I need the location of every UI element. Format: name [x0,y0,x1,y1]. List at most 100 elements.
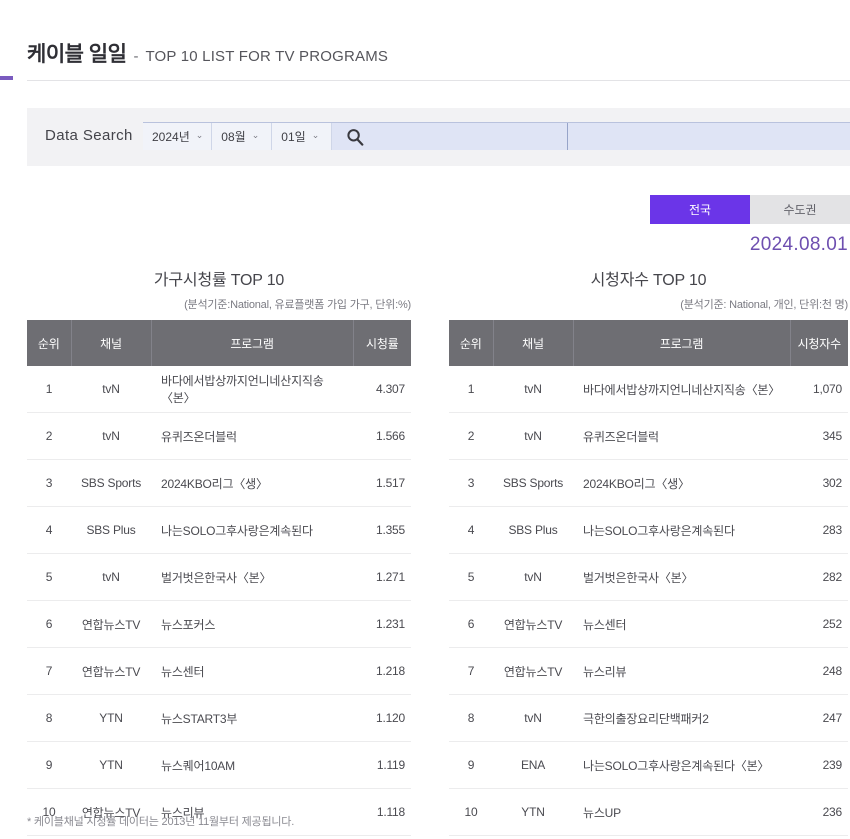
cell-rank: 3 [449,459,493,507]
cell-channel: SBS Sports [71,459,151,507]
viewers-table: 순위 채널 프로그램 시청자수 1 tvN 바다에서밥상까지언니네산지직송〈본〉… [449,320,848,836]
table-row[interactable]: 2 tvN 유퀴즈온더블럭 345 [449,412,848,460]
year-dropdown[interactable]: 2024년 ⌄ [143,123,213,150]
column-header-rank: 순위 [449,320,494,366]
table-header-row: 순위 채널 프로그램 시청자수 [449,320,848,366]
cell-channel: tvN [493,412,573,460]
cell-channel: 연합뉴스TV [71,647,151,695]
cell-channel: tvN [71,366,151,413]
cell-value: 247 [790,694,848,742]
household-rating-subtitle: (분석기준:National, 유료플랫폼 가입 가구, 단위:%) [184,299,411,311]
table-row[interactable]: 1 tvN 바다에서밥상까지언니네산지직송〈본〉 1,070 [449,366,848,413]
cell-program: 뉴스포커스 [151,600,353,648]
table-row[interactable]: 10 YTN 뉴스UP 236 [449,788,848,836]
column-header-value: 시청자수 [790,320,848,366]
search-input[interactable] [378,123,567,150]
table-row[interactable]: 3 SBS Sports 2024KBO리그〈생〉 1.517 [27,459,411,507]
table-row[interactable]: 5 tvN 벌거벗은한국사〈본〉 282 [449,553,848,601]
header-divider [27,80,850,81]
table-row[interactable]: 8 YTN 뉴스START3부 1.120 [27,694,411,742]
page-title: 케이블 일일 - TOP 10 LIST FOR TV PROGRAMS [27,38,388,68]
cell-program: 바다에서밥상까지언니네산지직송〈본〉 [151,366,353,413]
cell-value: 236 [790,788,848,836]
table-row[interactable]: 7 연합뉴스TV 뉴스센터 1.218 [27,647,411,695]
cell-program: 극한의출장요리단백패커2 [573,694,790,742]
search-button[interactable] [332,123,378,150]
tab-metropolitan[interactable]: 수도권 [750,195,850,224]
column-header-channel: 채널 [493,320,574,366]
cell-value: 239 [790,741,848,789]
cell-channel: tvN [493,366,573,413]
page-header: 케이블 일일 - TOP 10 LIST FOR TV PROGRAMS [0,0,850,82]
cell-channel: 연합뉴스TV [493,600,573,648]
cell-program: 뉴스센터 [573,600,790,648]
month-dropdown[interactable]: 08월 ⌄ [212,123,273,150]
cell-channel: YTN [493,788,573,836]
cell-rank: 10 [449,788,493,836]
data-search-label: Data Search [45,127,133,144]
cell-program: 뉴스UP [573,788,790,836]
table-row[interactable]: 6 연합뉴스TV 뉴스포커스 1.231 [27,600,411,648]
table-row[interactable]: 9 YTN 뉴스퀘어10AM 1.119 [27,741,411,789]
cell-program: 벌거벗은한국사〈본〉 [573,553,790,601]
household-rating-table: 순위 채널 프로그램 시청률 1 tvN 바다에서밥상까지언니네산지직송〈본〉 … [27,320,411,836]
cell-rank: 4 [27,506,71,554]
viewers-table-body: 1 tvN 바다에서밥상까지언니네산지직송〈본〉 1,070 2 tvN 유퀴즈… [449,366,848,836]
region-tab-group: 전국 수도권 [650,195,850,224]
cell-program: 뉴스START3부 [151,694,353,742]
chevron-down-icon: ⌄ [311,130,320,140]
cell-rank: 7 [449,647,493,695]
cell-channel: SBS Sports [493,459,573,507]
cell-rank: 5 [27,553,71,601]
table-row[interactable]: 4 SBS Plus 나는SOLO그후사랑은계속된다 1.355 [27,506,411,554]
cell-program: 뉴스퀘어10AM [151,741,353,789]
cell-rank: 6 [449,600,493,648]
column-header-program: 프로그램 [573,320,791,366]
table-row[interactable]: 1 tvN 바다에서밥상까지언니네산지직송〈본〉 4.307 [27,366,411,413]
cell-program: 뉴스리뷰 [573,647,790,695]
viewers-title: 시청자수 TOP 10 [590,272,707,289]
household-rating-title: 가구시청률 TOP 10 [153,272,285,289]
cell-rank: 2 [449,412,493,460]
table-row[interactable]: 7 연합뉴스TV 뉴스리뷰 248 [449,647,848,695]
tab-nationwide[interactable]: 전국 [650,195,750,224]
secondary-search-input[interactable] [568,123,850,150]
year-dropdown-value: 2024년 [152,130,190,144]
cell-program: 나는SOLO그후사랑은계속된다 [151,506,353,554]
cell-program: 바다에서밥상까지언니네산지직송〈본〉 [573,366,790,413]
table-row[interactable]: 2 tvN 유퀴즈온더블럭 1.566 [27,412,411,460]
cell-value: 1.566 [353,412,411,460]
table-row[interactable]: 5 tvN 벌거벗은한국사〈본〉 1.271 [27,553,411,601]
cell-program: 나는SOLO그후사랑은계속된다〈본〉 [573,741,790,789]
cell-value: 252 [790,600,848,648]
table-row[interactable]: 3 SBS Sports 2024KBO리그〈생〉 302 [449,459,848,507]
cell-channel: tvN [493,553,573,601]
cell-program: 뉴스센터 [151,647,353,695]
cell-rank: 2 [27,412,71,460]
cell-rank: 4 [449,506,493,554]
cell-rank: 7 [27,647,71,695]
cell-value: 1.118 [353,788,411,836]
table-row[interactable]: 8 tvN 극한의출장요리단백패커2 247 [449,694,848,742]
chevron-down-icon: ⌄ [195,130,204,140]
search-field-group: 2024년 ⌄ 08월 ⌄ 01일 ⌄ [143,122,850,150]
cell-channel: tvN [71,412,151,460]
cell-value: 1.355 [353,506,411,554]
table-row[interactable]: 9 ENA 나는SOLO그후사랑은계속된다〈본〉 239 [449,741,848,789]
footnote: * 케이블채널 시청률 데이터는 2013년 11월부터 제공됩니다. [27,816,295,828]
tables-container: 가구시청률 TOP 10 (분석기준:National, 유료플랫폼 가입 가구… [0,266,850,836]
cell-value: 302 [790,459,848,507]
cell-program: 나는SOLO그후사랑은계속된다 [573,506,790,554]
page-title-english: TOP 10 LIST FOR TV PROGRAMS [145,48,389,65]
table-row[interactable]: 6 연합뉴스TV 뉴스센터 252 [449,600,848,648]
cell-channel: SBS Plus [493,506,573,554]
table-row[interactable]: 4 SBS Plus 나는SOLO그후사랑은계속된다 283 [449,506,848,554]
day-dropdown[interactable]: 01일 ⌄ [272,123,333,150]
cell-value: 1.218 [353,647,411,695]
cell-channel: YTN [71,694,151,742]
household-rating-table-body: 1 tvN 바다에서밥상까지언니네산지직송〈본〉 4.307 2 tvN 유퀴즈… [27,366,411,836]
cell-rank: 8 [27,694,71,742]
cell-channel: 연합뉴스TV [493,647,573,695]
date-stamp: 2024.08.01 [749,234,848,255]
cell-program: 벌거벗은한국사〈본〉 [151,553,353,601]
